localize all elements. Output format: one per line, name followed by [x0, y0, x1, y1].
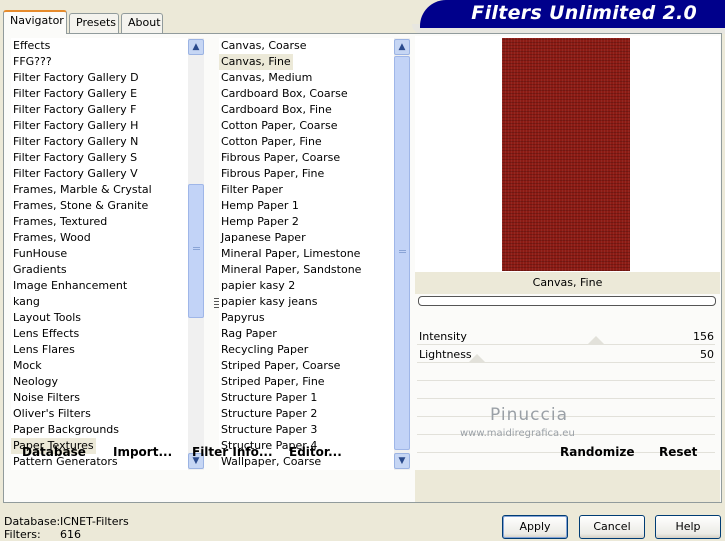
filter-item[interactable]: Fibrous Paper, Fine [219, 166, 326, 182]
category-item[interactable]: Lens Effects [11, 326, 81, 342]
scroll-thumb[interactable] [188, 184, 204, 318]
category-item[interactable]: FunHouse [11, 246, 69, 262]
category-item[interactable]: Filter Factory Gallery H [11, 118, 140, 134]
category-item[interactable]: kang [11, 294, 42, 310]
category-item[interactable]: Filter Factory Gallery V [11, 166, 140, 182]
apply-button[interactable]: Apply [502, 515, 568, 539]
texture-preview [502, 38, 630, 271]
category-list[interactable]: Effects FFG??? Filter Factory Gallery D Fil… [11, 38, 188, 470]
category-scrollbar[interactable]: ▲ ▼ [188, 38, 204, 470]
filter-item[interactable]: Structure Paper 1 [219, 390, 319, 406]
filter-item[interactable]: Filter Paper [219, 182, 285, 198]
category-item[interactable]: Image Enhancement [11, 278, 129, 294]
progress-bar [418, 296, 716, 306]
category-item[interactable]: FFG??? [11, 54, 54, 70]
category-item[interactable]: Frames, Textured [11, 214, 109, 230]
filter-item[interactable]: Striped Paper, Coarse [219, 358, 342, 374]
scroll-up-icon[interactable]: ▲ [188, 39, 204, 55]
filter-scrollbar[interactable]: ▲ ▼ [394, 38, 410, 470]
database-button[interactable]: Database [22, 445, 86, 459]
filter-item[interactable]: Mineral Paper, Limestone [219, 246, 362, 262]
filter-info-button[interactable]: Filter Info... [192, 445, 273, 459]
cancel-button[interactable]: Cancel [579, 515, 645, 539]
scroll-down-icon[interactable]: ▼ [394, 453, 410, 469]
category-item[interactable]: Oliver's Filters [11, 406, 93, 422]
intensity-value: 156 [693, 330, 714, 343]
filter-item[interactable]: Canvas, Medium [219, 70, 314, 86]
grip-icon [193, 247, 200, 250]
database-label: Database: [4, 515, 61, 528]
filter-item[interactable]: Rag Paper [219, 326, 279, 342]
watermark-url: www.maidiregrafica.eu [460, 428, 575, 439]
randomize-button[interactable]: Randomize [560, 445, 634, 459]
filters-count-label: Filters: [4, 528, 41, 541]
filter-item[interactable]: Japanese Paper [219, 230, 308, 246]
divider [417, 380, 715, 381]
divider [417, 362, 715, 363]
tab-about[interactable]: About [121, 13, 163, 33]
category-item[interactable]: Filter Factory Gallery F [11, 102, 138, 118]
category-item[interactable]: Paper Backgrounds [11, 422, 121, 438]
filters-count-value: 616 [60, 528, 81, 541]
reset-button[interactable]: Reset [659, 445, 697, 459]
filter-item[interactable]: papier kasy jeans [219, 294, 319, 310]
category-item[interactable]: Layout Tools [11, 310, 83, 326]
app-title: Filters Unlimited 2.0 [420, 0, 725, 28]
filter-item[interactable]: Structure Paper 2 [219, 406, 319, 422]
category-item[interactable]: Filter Factory Gallery E [11, 86, 139, 102]
filter-item[interactable]: papier kasy 2 [219, 278, 297, 294]
preview-button-bar [415, 470, 720, 502]
filter-item[interactable]: Hemp Paper 1 [219, 198, 301, 214]
help-button[interactable]: Help [655, 515, 721, 539]
lightness-slider-marker[interactable] [469, 354, 485, 362]
lightness-value: 50 [700, 348, 714, 361]
category-item[interactable]: Frames, Marble & Crystal [11, 182, 154, 198]
scroll-up-icon[interactable]: ▲ [394, 39, 410, 55]
category-item[interactable]: Effects [11, 38, 52, 54]
filter-item[interactable]: Cardboard Box, Coarse [219, 86, 350, 102]
filter-item[interactable]: Canvas, Fine [219, 54, 293, 70]
divider [417, 398, 715, 399]
divider [417, 344, 715, 345]
filter-item[interactable]: Canvas, Coarse [219, 38, 309, 54]
filter-item[interactable]: Hemp Paper 2 [219, 214, 301, 230]
scroll-thumb[interactable] [394, 56, 410, 450]
category-item[interactable]: Lens Flares [11, 342, 77, 358]
drag-handle-icon [214, 296, 219, 308]
category-item[interactable]: Filter Factory Gallery D [11, 70, 141, 86]
category-item[interactable]: Mock [11, 358, 44, 374]
filter-item[interactable]: Structure Paper 3 [219, 422, 319, 438]
category-item[interactable]: Frames, Stone & Granite [11, 198, 150, 214]
category-item[interactable]: Filter Factory Gallery S [11, 150, 139, 166]
watermark-name: Pinuccia [490, 405, 568, 425]
database-value: ICNET-Filters [60, 515, 129, 528]
filter-list[interactable]: Canvas, Coarse Canvas, Fine Canvas, Medium… [219, 38, 394, 470]
category-item[interactable]: Filter Factory Gallery N [11, 134, 140, 150]
tab-navigator[interactable]: Navigator [3, 10, 67, 34]
filter-item[interactable]: Fibrous Paper, Coarse [219, 150, 342, 166]
lightness-label: Lightness [419, 348, 472, 361]
preview-filter-name: Canvas, Fine [415, 272, 720, 294]
filter-item[interactable]: Cotton Paper, Coarse [219, 118, 340, 134]
filter-item[interactable]: Recycling Paper [219, 342, 310, 358]
intensity-label: Intensity [419, 330, 467, 343]
category-item[interactable]: Neology [11, 374, 60, 390]
filter-item[interactable]: Mineral Paper, Sandstone [219, 262, 363, 278]
category-item[interactable]: Gradients [11, 262, 69, 278]
filter-item[interactable]: Striped Paper, Fine [219, 374, 327, 390]
category-item[interactable]: Frames, Wood [11, 230, 93, 246]
intensity-slider-marker[interactable] [587, 336, 604, 344]
filter-item[interactable]: Cardboard Box, Fine [219, 102, 334, 118]
grip-icon [399, 250, 406, 253]
tab-presets[interactable]: Presets [69, 13, 119, 33]
import-button[interactable]: Import... [113, 445, 172, 459]
category-item[interactable]: Noise Filters [11, 390, 82, 406]
editor-button[interactable]: Editor... [289, 445, 342, 459]
filter-item[interactable]: Cotton Paper, Fine [219, 134, 324, 150]
filter-item[interactable]: Papyrus [219, 310, 267, 326]
